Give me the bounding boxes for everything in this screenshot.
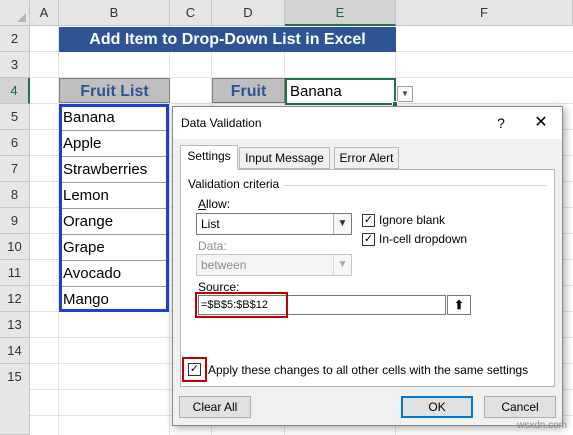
row-header-2[interactable]: 2: [0, 26, 30, 52]
tab-error-alert[interactable]: Error Alert: [334, 147, 399, 169]
allow-select-chevron-down-icon[interactable]: ▼: [333, 214, 351, 234]
incell-dropdown-label[interactable]: In-cell dropdown: [379, 232, 467, 246]
row-header-13[interactable]: 13: [0, 312, 30, 338]
column-header-a[interactable]: A: [30, 0, 59, 26]
watermark: wsxdn.com: [516, 420, 567, 431]
source-highlight: [195, 292, 288, 318]
ignore-blank-label[interactable]: Ignore blank: [379, 213, 445, 227]
data-select-value: between: [201, 258, 247, 272]
clear-all-button[interactable]: Clear All: [179, 396, 251, 418]
validation-criteria-label: Validation criteria: [188, 177, 284, 191]
column-header-c[interactable]: C: [170, 0, 212, 26]
collapse-range-icon[interactable]: ⬆: [447, 295, 471, 315]
row-header-8[interactable]: 8: [0, 182, 30, 208]
row-header-5[interactable]: 5: [0, 104, 30, 130]
row-header-6[interactable]: 6: [0, 130, 30, 156]
data-label: Data:: [198, 239, 227, 253]
fruit-list-highlight: [59, 104, 169, 312]
fruit-header[interactable]: Fruit: [212, 78, 285, 103]
row-header-11[interactable]: 11: [0, 260, 30, 286]
data-select[interactable]: between ▼: [196, 254, 352, 276]
row-header-14[interactable]: 14: [0, 338, 30, 364]
column-header-d[interactable]: D: [212, 0, 285, 26]
close-icon[interactable]: ✕: [531, 113, 551, 133]
cancel-button[interactable]: Cancel: [484, 396, 556, 418]
column-header-b[interactable]: B: [59, 0, 170, 26]
data-select-chevron-down-icon[interactable]: ▼: [333, 255, 351, 275]
allow-label-text: llow:: [206, 197, 231, 211]
row-header-4[interactable]: 4: [0, 78, 30, 104]
dialog-title: Data Validation: [181, 116, 262, 130]
settings-panel: [180, 169, 555, 387]
data-validation-dialog: Data Validation ? ✕ Settings Input Messa…: [172, 106, 563, 426]
dropdown-arrow-icon[interactable]: ▼: [397, 86, 413, 102]
group-divider: [273, 185, 547, 186]
column-header-f[interactable]: F: [396, 0, 573, 26]
apply-all-label[interactable]: Apply these changes to all other cells w…: [208, 363, 528, 377]
tab-input-message[interactable]: Input Message: [239, 147, 330, 169]
tab-settings[interactable]: Settings: [180, 145, 238, 170]
row-header-9[interactable]: 9: [0, 208, 30, 234]
row-header-7[interactable]: 7: [0, 156, 30, 182]
allow-select[interactable]: List ▼: [196, 213, 352, 235]
select-all-triangle-icon: [17, 13, 26, 22]
fruit-list-header[interactable]: Fruit List: [59, 78, 170, 103]
help-icon[interactable]: ?: [491, 113, 511, 133]
allow-select-value: List: [201, 217, 220, 231]
row-header-12[interactable]: 12: [0, 286, 30, 312]
fruit-value-cell[interactable]: Banana: [285, 78, 396, 105]
row-header-3[interactable]: 3: [0, 52, 30, 78]
sheet-title[interactable]: Add Item to Drop-Down List in Excel: [59, 27, 396, 52]
row-header-15[interactable]: 15: [0, 364, 30, 435]
column-header-e[interactable]: E: [285, 0, 396, 26]
ignore-blank-checkbox[interactable]: ✓: [362, 214, 375, 227]
incell-dropdown-checkbox[interactable]: ✓: [362, 233, 375, 246]
ok-button[interactable]: OK: [401, 396, 473, 418]
apply-all-highlight: [182, 357, 207, 382]
allow-label: Allow:: [198, 197, 231, 211]
row-header-10[interactable]: 10: [0, 234, 30, 260]
select-all-corner[interactable]: [0, 0, 30, 26]
dialog-titlebar[interactable]: Data Validation ? ✕: [173, 107, 562, 139]
